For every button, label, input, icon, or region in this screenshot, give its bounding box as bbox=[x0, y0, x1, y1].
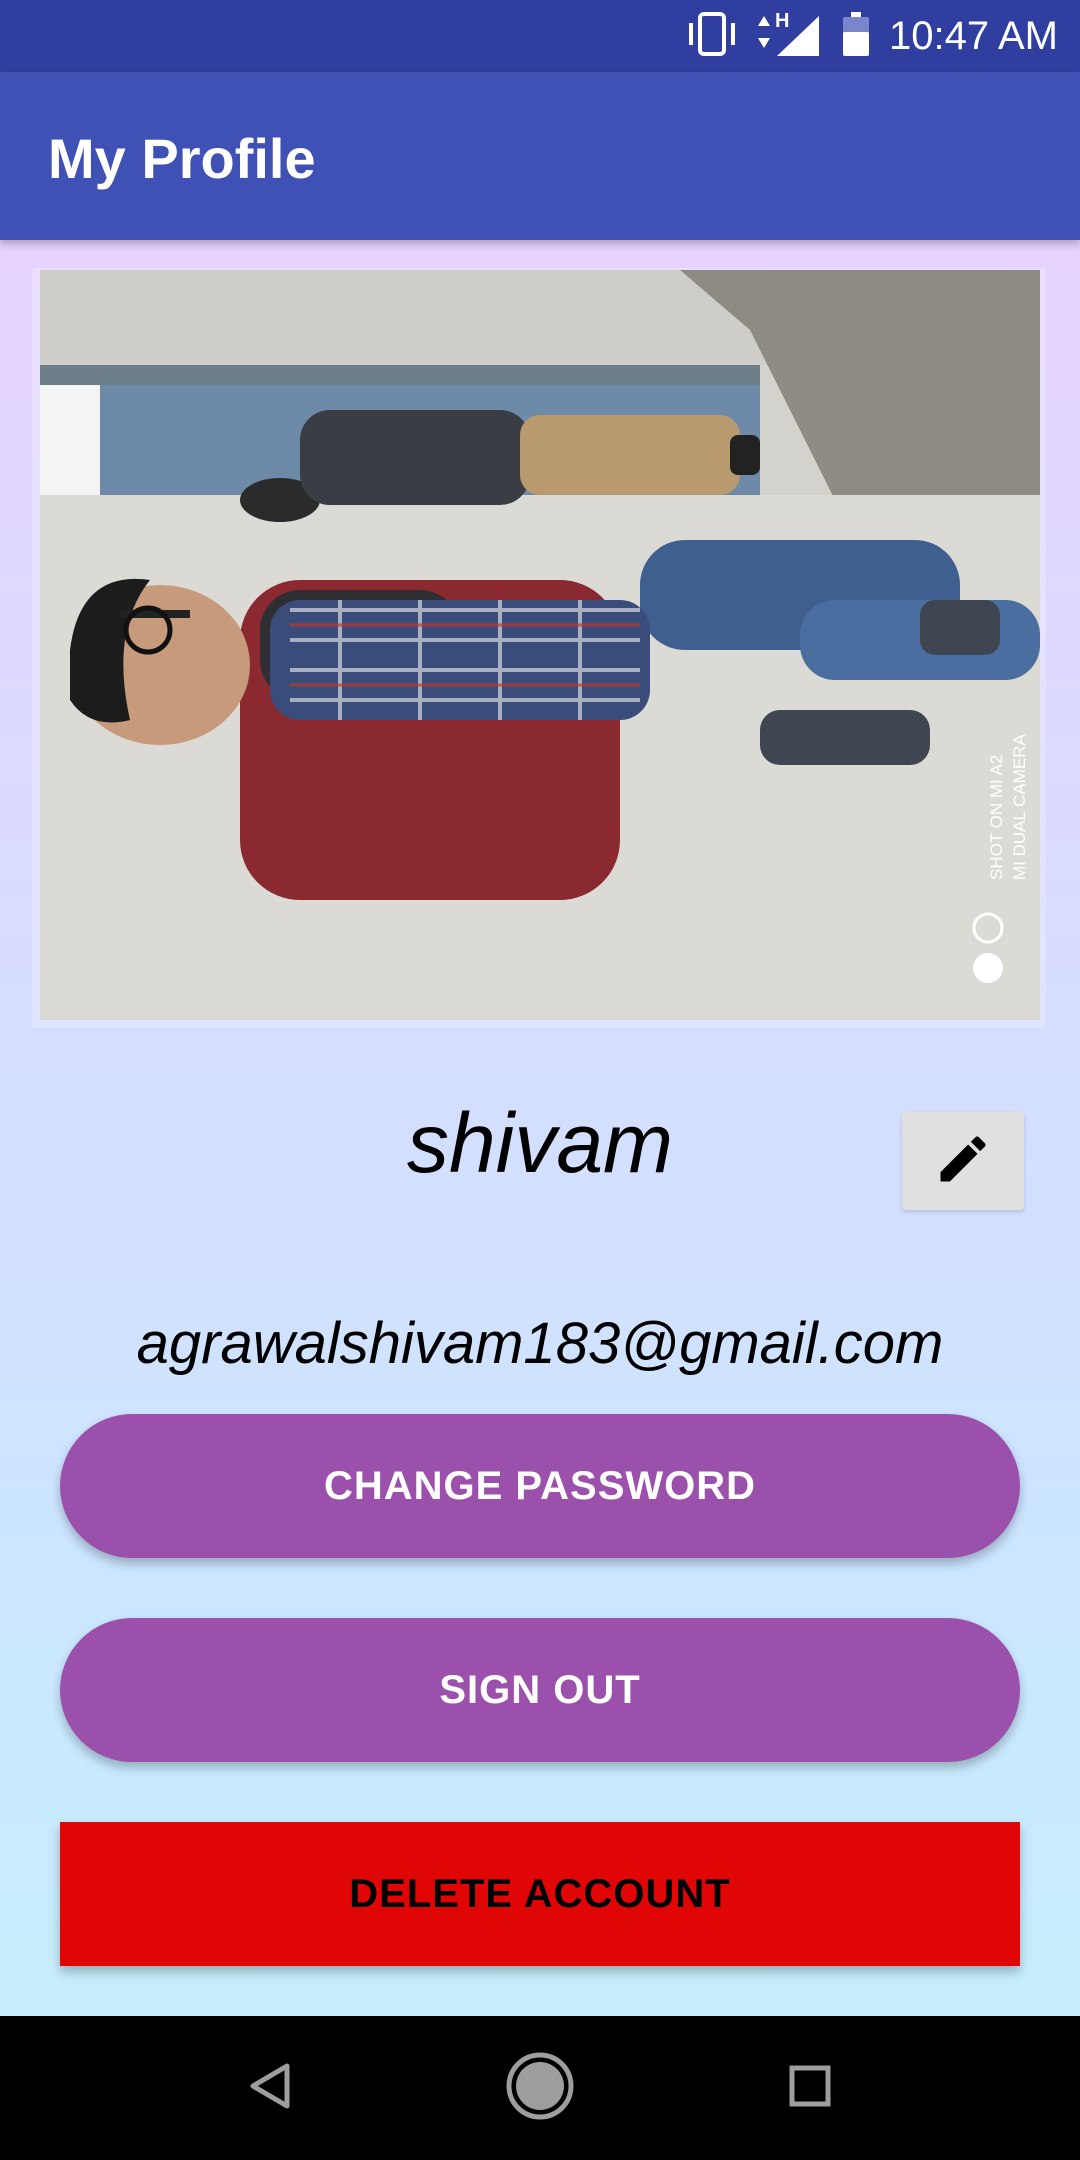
status-bar: H 10:47 AM bbox=[0, 0, 1080, 72]
photo-watermark-line2: MI DUAL CAMERA bbox=[1010, 734, 1029, 880]
page-title: My Profile bbox=[48, 127, 316, 190]
profile-email: agrawalshivam183@gmail.com bbox=[136, 1311, 944, 1376]
pencil-icon bbox=[933, 1129, 993, 1194]
navigation-bar bbox=[0, 2016, 1080, 2160]
battery-icon bbox=[841, 10, 871, 63]
network-type-label: H bbox=[774, 10, 790, 32]
back-icon bbox=[247, 2061, 293, 2116]
delete-account-button[interactable]: DELETE ACCOUNT bbox=[60, 1822, 1020, 1966]
change-password-button[interactable]: CHANGE PASSWORD bbox=[60, 1414, 1020, 1558]
status-time: 10:47 AM bbox=[888, 13, 1058, 58]
recents-button[interactable] bbox=[740, 2016, 880, 2160]
back-button[interactable] bbox=[200, 2016, 340, 2160]
home-icon bbox=[504, 2050, 576, 2127]
recents-icon bbox=[788, 2064, 832, 2113]
sign-out-button[interactable]: SIGN OUT bbox=[60, 1618, 1020, 1762]
status-icons: H 10:47 AM bbox=[685, 0, 1058, 72]
vibrate-icon bbox=[685, 10, 739, 63]
app-bar: My Profile bbox=[0, 72, 1080, 240]
signal-icon: H bbox=[757, 10, 823, 60]
home-button[interactable] bbox=[470, 2016, 610, 2160]
edit-name-button[interactable] bbox=[902, 1112, 1024, 1210]
profile-photo[interactable]: SHOT ON MI A2 MI DUAL CAMERA bbox=[40, 270, 1040, 1020]
photo-watermark-line1: SHOT ON MI A2 bbox=[987, 755, 1006, 880]
